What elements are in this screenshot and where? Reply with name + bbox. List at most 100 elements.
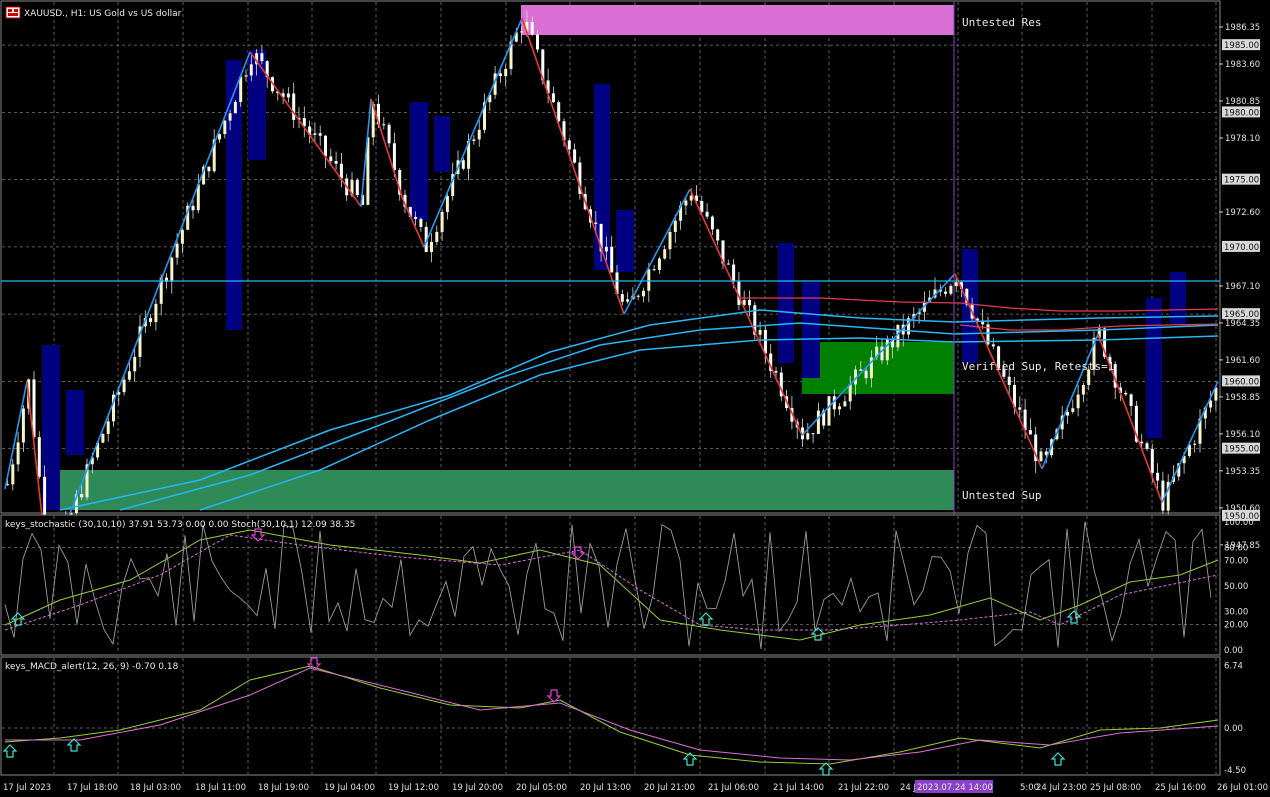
candle-body [435,231,439,242]
candle-body [16,442,20,465]
time-axis[interactable]: 17 Jul 2023 17 Jul 18:00 18 Jul 03:00 18 Ju… [3,783,1268,793]
time-label: 24 Jul 23:00 [1036,783,1087,793]
candle-body [477,129,481,140]
time-label: 21 Jul 22:00 [838,783,889,793]
candle-body [949,285,953,294]
stochastic-panel[interactable]: keys_stochastic (30,10,10) 37.91 53.73 0… [0,514,1254,656]
candle-body [774,371,778,373]
candle-body [610,246,614,273]
candle-body [748,300,751,306]
price-tick-label: 1956.10 [1225,430,1260,440]
candle-body [954,282,958,286]
stoch-tick-label: 50.00 [1224,582,1248,592]
time-label: 25 Jul 08:00 [1090,783,1141,793]
candle-body [472,139,476,141]
stoch-tick-label: 0.00 [1224,646,1243,656]
candle-body [387,124,391,144]
time-label: 21 Jul 14:00 [773,783,824,793]
candle-body [1161,480,1165,511]
candle-body [710,216,714,230]
stoch-title: keys_stochastic (30,10,10) 37.91 53.73 0… [5,520,355,530]
time-label: 17 Jul 2023 [3,783,51,793]
candle-body [843,401,847,407]
macd-tick-label: 0.00 [1224,724,1243,734]
price-tick-label: 1955.00 [1224,445,1259,455]
candle-body [504,68,508,77]
symbol-icon [5,6,21,19]
stoch-panel-frame [0,514,1221,656]
candle-body [440,211,444,232]
time-label: 19 Jul 04:00 [324,783,375,793]
zone-label-untested-sup: Untested Sup [962,489,1041,502]
zone-untested-res[interactable] [521,5,954,35]
candle-body [292,93,296,120]
candle-body [207,166,211,172]
price-tick-label: 1953.35 [1225,467,1260,477]
candle-body [530,21,534,35]
candle-body [149,318,153,323]
price-tick-label: 1980.85 [1225,97,1260,107]
price-tick-label: 1972.60 [1225,208,1260,218]
swing-box [616,210,634,272]
candle-body [647,269,651,291]
candle-body [21,408,25,443]
time-label: 19 Jul 20:00 [452,783,503,793]
candle-body [339,163,343,179]
candle-body [700,201,704,212]
candle-body [233,101,237,114]
time-cursor-label: 2023.07.24 14:00 [915,780,993,793]
price-tick-label: 1964.35 [1225,319,1260,329]
candle-body [127,371,131,380]
candle-body [816,410,820,434]
time-label: 18 Jul 03:00 [130,783,181,793]
macd-tick-label: -4.50 [1224,766,1246,776]
macd-tick-label: 6.74 [1224,661,1243,671]
macd-panel[interactable]: keys_MACD_alert(12, 26, 9) -0.70 0.18 6.… [0,656,1246,776]
candle-body [1076,394,1080,409]
candle-body [1129,394,1133,406]
time-label: 18 Jul 19:00 [258,783,309,793]
candle-body [180,229,184,244]
time-label: 20 Jul 05:00 [516,783,567,793]
candle-body [726,263,730,265]
candle-body [705,211,709,217]
candle-body [1150,448,1154,473]
candle-body [716,229,720,241]
candle-body [101,434,105,443]
candle-body [806,433,810,440]
trading-chart[interactable]: Untested Res Verified Sup, Retests=1 Unt… [0,0,1270,797]
candle-body [557,102,561,122]
candle-body [652,269,656,271]
candle-body [567,140,571,150]
time-label: 17 Jul 18:00 [67,783,118,793]
price-tick-label: 1978.10 [1225,134,1260,144]
zone-untested-sup[interactable] [48,470,954,510]
candle-body [1156,472,1160,481]
candle-body [758,330,762,335]
swing-box [1146,298,1162,438]
price-tick-label: 1961.60 [1225,356,1260,366]
price-tick-label: 1985.00 [1224,41,1259,51]
candle-body [313,133,317,135]
candle-body [392,143,396,171]
candle-body [414,216,418,219]
candle-body [673,220,677,232]
candle-body [620,294,624,302]
candle-body [1018,407,1022,410]
candle-body [1071,408,1075,412]
swing-box [66,390,84,455]
candle-body [657,258,661,270]
price-tick-label: 1958.85 [1225,393,1260,403]
candle-body [838,406,842,410]
candle-body [1124,392,1128,395]
candle-body [334,161,338,164]
price-axis[interactable]: 1986.35 1985.00 1983.60 1980.851980.00 1978.… [1219,23,1260,551]
candle-body [228,113,232,121]
time-label: 20 Jul 13:00 [580,783,631,793]
chart-title: XAUUSD., H1: US Gold vs US dollar [24,9,182,19]
stoch-tick-label: 20.00 [1224,620,1248,630]
candle-body [991,344,995,347]
candle-body [430,241,433,252]
candle-body [1145,443,1149,449]
candle-body [175,243,179,258]
